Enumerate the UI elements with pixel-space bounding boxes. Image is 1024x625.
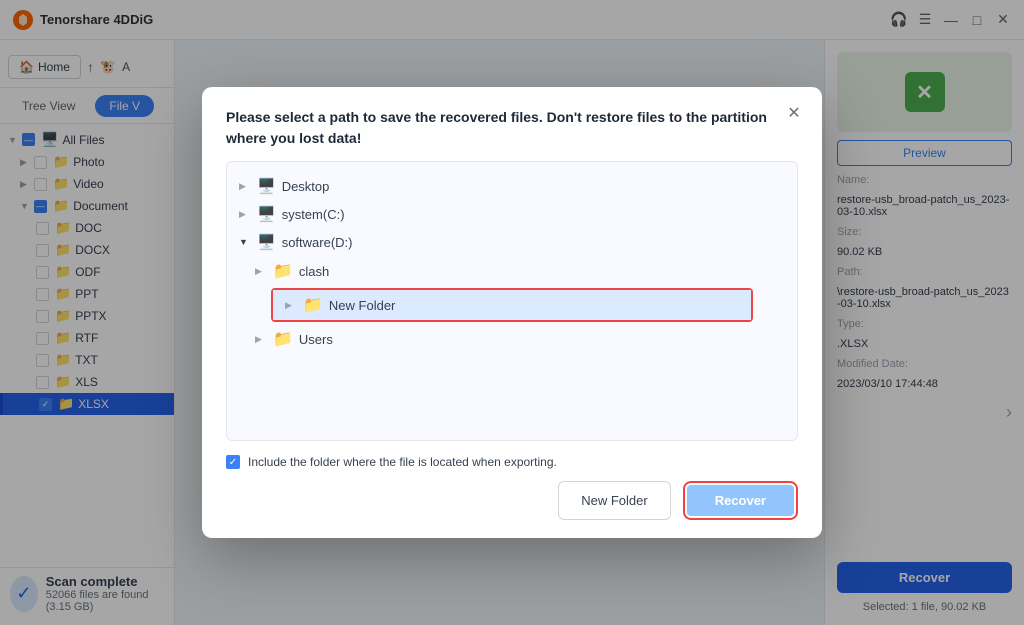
- ftm-item-softd[interactable]: ▼ 🖥️ software(D:): [227, 228, 797, 256]
- modal-recover-button[interactable]: Recover: [687, 485, 794, 516]
- monitor-icon-desktop: 🖥️: [257, 177, 276, 195]
- modal-body: ▶ 🖥️ Desktop ▶ 🖥️ system(C:) ▼ 🖥️: [202, 161, 822, 441]
- save-path-modal: Please select a path to save the recover…: [202, 87, 822, 538]
- modal-footer: ✓ Include the folder where the file is l…: [202, 441, 822, 538]
- ftm-item-users[interactable]: ▶ 📁 Users: [227, 324, 797, 354]
- new-folder-button[interactable]: New Folder: [558, 481, 670, 520]
- app-window: Tenorshare 4DDiG 🎧 ☰ — □ ✕ 🏠 Home ↑ 🐮 A: [0, 0, 1024, 625]
- chevron-desktop: ▶: [239, 181, 251, 192]
- modal-buttons: New Folder Recover: [226, 481, 798, 520]
- chevron-newfolder: ▶: [285, 300, 297, 311]
- include-folder-label: Include the folder where the file is loc…: [248, 455, 557, 469]
- modal-header: Please select a path to save the recover…: [202, 87, 822, 161]
- modal-backdrop: Please select a path to save the recover…: [0, 0, 1024, 625]
- ftm-item-clash[interactable]: ▶ 📁 clash: [227, 256, 797, 286]
- chevron-users: ▶: [255, 334, 267, 345]
- modal-close-button[interactable]: ✕: [782, 101, 806, 125]
- chevron-softd: ▼: [239, 237, 251, 247]
- ftm-item-newfolder[interactable]: ▶ 📁 New Folder: [273, 290, 751, 320]
- chevron-systemc: ▶: [239, 209, 251, 220]
- label-ftm-systemc: system(C:): [282, 207, 345, 222]
- recover-button-highlight: Recover: [683, 481, 798, 520]
- label-ftm-softd: software(D:): [282, 235, 353, 250]
- label-ftm-clash: clash: [299, 264, 329, 279]
- label-ftm-newfolder: New Folder: [329, 298, 395, 313]
- include-folder-checkbox[interactable]: ✓: [226, 455, 240, 469]
- chevron-clash: ▶: [255, 266, 267, 277]
- label-ftm-users: Users: [299, 332, 333, 347]
- save-path-tree: ▶ 🖥️ Desktop ▶ 🖥️ system(C:) ▼ 🖥️: [226, 161, 798, 441]
- ftm-item-newfolder-wrapper: ▶ 📁 New Folder: [271, 288, 753, 322]
- folder-icon-users: 📁: [273, 329, 293, 349]
- folder-icon-newfolder: 📁: [303, 295, 323, 315]
- ftm-item-systemc[interactable]: ▶ 🖥️ system(C:): [227, 200, 797, 228]
- drive-icon-systemc: 🖥️: [257, 205, 276, 223]
- include-folder-row: ✓ Include the folder where the file is l…: [226, 455, 798, 469]
- modal-title: Please select a path to save the recover…: [226, 107, 798, 149]
- folder-icon-clash: 📁: [273, 261, 293, 281]
- ftm-item-desktop[interactable]: ▶ 🖥️ Desktop: [227, 172, 797, 200]
- drive-icon-softd: 🖥️: [257, 233, 276, 251]
- label-ftm-desktop: Desktop: [282, 179, 330, 194]
